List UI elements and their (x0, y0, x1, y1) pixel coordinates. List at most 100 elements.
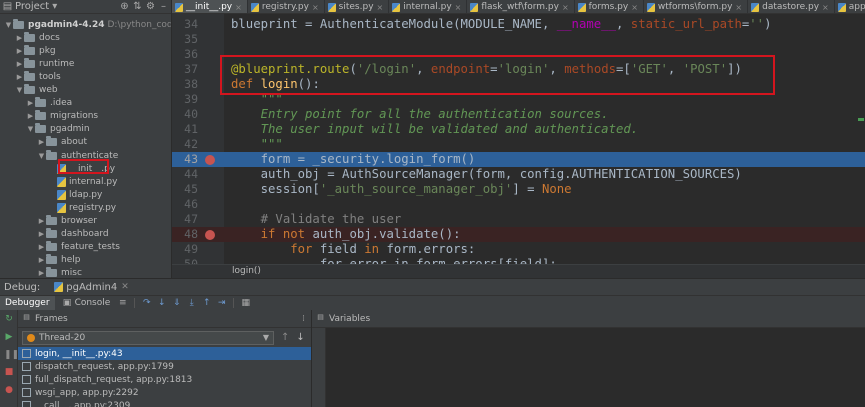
editor-tab[interactable]: wtforms\form.py × (644, 0, 749, 13)
code-editor[interactable]: 34 blueprint = AuthenticateModule(MODULE_… (172, 14, 865, 264)
frame-item[interactable]: __call__, app.py:2309 (18, 399, 311, 407)
file-item[interactable]: ldap.py (48, 188, 102, 201)
line-number[interactable]: 37 (172, 62, 198, 77)
editor-tab[interactable]: internal.py × (389, 0, 468, 13)
tab-console[interactable]: ▣ Console (55, 296, 116, 311)
file-item[interactable]: internal.py (48, 175, 117, 188)
code-line[interactable]: 41 The user input will be validated and … (172, 122, 865, 137)
folder-item[interactable]: ▼ web (15, 84, 58, 97)
line-number[interactable]: 48 (172, 227, 198, 242)
more-icon[interactable]: ⁞ (302, 314, 305, 324)
line-number[interactable]: 49 (172, 242, 198, 257)
line-number[interactable]: 50 (172, 257, 198, 264)
close-icon[interactable]: × (455, 3, 462, 12)
chevron-right-icon[interactable]: ▶ (37, 256, 46, 264)
code-line[interactable]: 45 session['_auth_source_manager_obj'] =… (172, 182, 865, 197)
line-number[interactable]: 42 (172, 137, 198, 152)
editor-breadcrumb[interactable]: login() (172, 264, 865, 278)
menu-icon[interactable]: ≡ (116, 298, 129, 309)
chevron-down-icon[interactable]: ▼ (15, 86, 24, 94)
editor-tab[interactable]: sites.py × (325, 0, 390, 13)
frame-item[interactable]: login, __init__.py:43 (18, 347, 311, 360)
chevron-right-icon[interactable]: ▶ (37, 217, 46, 225)
chevron-right-icon[interactable]: ▶ (37, 230, 46, 238)
chevron-right-icon[interactable]: ▶ (37, 269, 46, 277)
force-step-into-icon[interactable]: ⤓ (185, 298, 198, 309)
folder-item[interactable]: ▶ about (37, 136, 87, 149)
folder-item[interactable]: ▶ tools (15, 70, 61, 83)
chevron-right-icon[interactable]: ▶ (15, 34, 24, 42)
chevron-right-icon[interactable]: ▶ (26, 112, 35, 120)
line-number[interactable]: 39 (172, 92, 198, 107)
chevron-down-icon[interactable]: ▾ (49, 1, 60, 12)
gear-icon[interactable]: ⚙ (145, 1, 156, 12)
run-config-tab[interactable]: pgAdmin4 ✕ (54, 282, 129, 293)
code-line[interactable]: 34 blueprint = AuthenticateModule(MODULE_… (172, 17, 865, 32)
breakpoint-icon[interactable] (205, 230, 215, 240)
chevron-down-icon[interactable]: ▼ (37, 152, 46, 160)
step-into-icon[interactable]: ↓ (155, 298, 168, 309)
code-line[interactable]: 47 # Validate the user (172, 212, 865, 227)
folder-item[interactable]: ▼ pgadmin4-4.24D:\python_code\pgadm (4, 18, 171, 31)
folder-item[interactable]: ▶ docs (15, 31, 60, 44)
code-line[interactable]: 44 auth_obj = AuthSourceManager(form, co… (172, 167, 865, 182)
project-panel-title[interactable]: Project (15, 1, 49, 12)
previous-frame-icon[interactable]: ↑ (281, 332, 289, 343)
folder-item[interactable]: ▶ dashboard (37, 228, 109, 241)
file-item[interactable]: registry.py (48, 201, 116, 214)
close-icon[interactable]: ✕ (121, 282, 129, 292)
chevron-right-icon[interactable]: ▶ (37, 243, 46, 251)
stop-icon[interactable]: ■ (4, 367, 14, 377)
step-into-my-code-icon[interactable]: ⇓ (170, 298, 183, 309)
chevron-right-icon[interactable]: ▶ (15, 47, 24, 55)
step-over-icon[interactable]: ↷ (140, 298, 153, 309)
editor-tab[interactable]: forms.py × (575, 0, 644, 13)
frame-item[interactable]: dispatch_request, app.py:1799 (18, 360, 311, 373)
breakpoint-icon[interactable] (205, 155, 215, 165)
code-line[interactable]: 50 for error in form.errors[field]: (172, 257, 865, 264)
editor-tab[interactable]: __init__.py × (172, 0, 248, 13)
project-view-icon[interactable]: ▤ (2, 1, 13, 12)
chevron-right-icon[interactable]: ▶ (37, 138, 46, 146)
line-number[interactable]: 47 (172, 212, 198, 227)
chevron-right-icon[interactable]: ▶ (15, 60, 24, 68)
line-number[interactable]: 43 (172, 152, 198, 167)
line-number[interactable]: 34 (172, 17, 198, 32)
frame-item[interactable]: wsgi_app, app.py:2292 (18, 386, 311, 399)
line-number[interactable]: 46 (172, 197, 198, 212)
folder-item[interactable]: ▶ migrations (26, 110, 98, 123)
close-icon[interactable]: × (312, 3, 319, 12)
close-icon[interactable]: × (235, 3, 242, 12)
line-number[interactable]: 36 (172, 47, 198, 62)
tab-debugger[interactable]: Debugger (0, 295, 55, 311)
chevron-right-icon[interactable]: ▶ (15, 73, 24, 81)
error-stripe-marker[interactable] (858, 118, 864, 121)
code-line[interactable]: 35 (172, 32, 865, 47)
evaluate-expression-icon[interactable]: ▦ (239, 298, 252, 309)
line-number[interactable]: 35 (172, 32, 198, 47)
resume-icon[interactable]: ▶ (4, 332, 14, 342)
line-number[interactable]: 41 (172, 122, 198, 137)
chevron-down-icon[interactable]: ▼ (26, 125, 35, 133)
editor-tab[interactable]: registry.py × (248, 0, 325, 13)
thread-select[interactable]: Thread-20 ▼ (22, 330, 274, 345)
code-line[interactable]: 46 (172, 197, 865, 212)
variables-list[interactable] (312, 328, 865, 407)
close-icon[interactable]: × (377, 3, 384, 12)
run-to-cursor-icon[interactable]: ⇥ (215, 298, 228, 309)
folder-item[interactable]: ▶ browser (37, 215, 97, 228)
step-out-icon[interactable]: ↑ (200, 298, 213, 309)
chevron-down-icon[interactable]: ▼ (4, 21, 13, 29)
code-line[interactable]: 48 if not auth_obj.validate(): (172, 227, 865, 242)
chevron-right-icon[interactable]: ▶ (26, 99, 35, 107)
code-line[interactable]: 40 Entry point for all the authenticatio… (172, 107, 865, 122)
close-icon[interactable]: × (562, 3, 569, 12)
code-line[interactable]: 42 """ (172, 137, 865, 152)
frame-item[interactable]: full_dispatch_request, app.py:1813 (18, 373, 311, 386)
folder-item[interactable]: ▶ misc (37, 267, 82, 278)
minimize-icon[interactable]: – (158, 1, 169, 12)
folder-item[interactable]: ▶ runtime (15, 57, 74, 70)
line-number[interactable]: 44 (172, 167, 198, 182)
editor-tab[interactable]: datastore.py × (748, 0, 835, 13)
folder-item[interactable]: ▶ feature_tests (37, 241, 120, 254)
